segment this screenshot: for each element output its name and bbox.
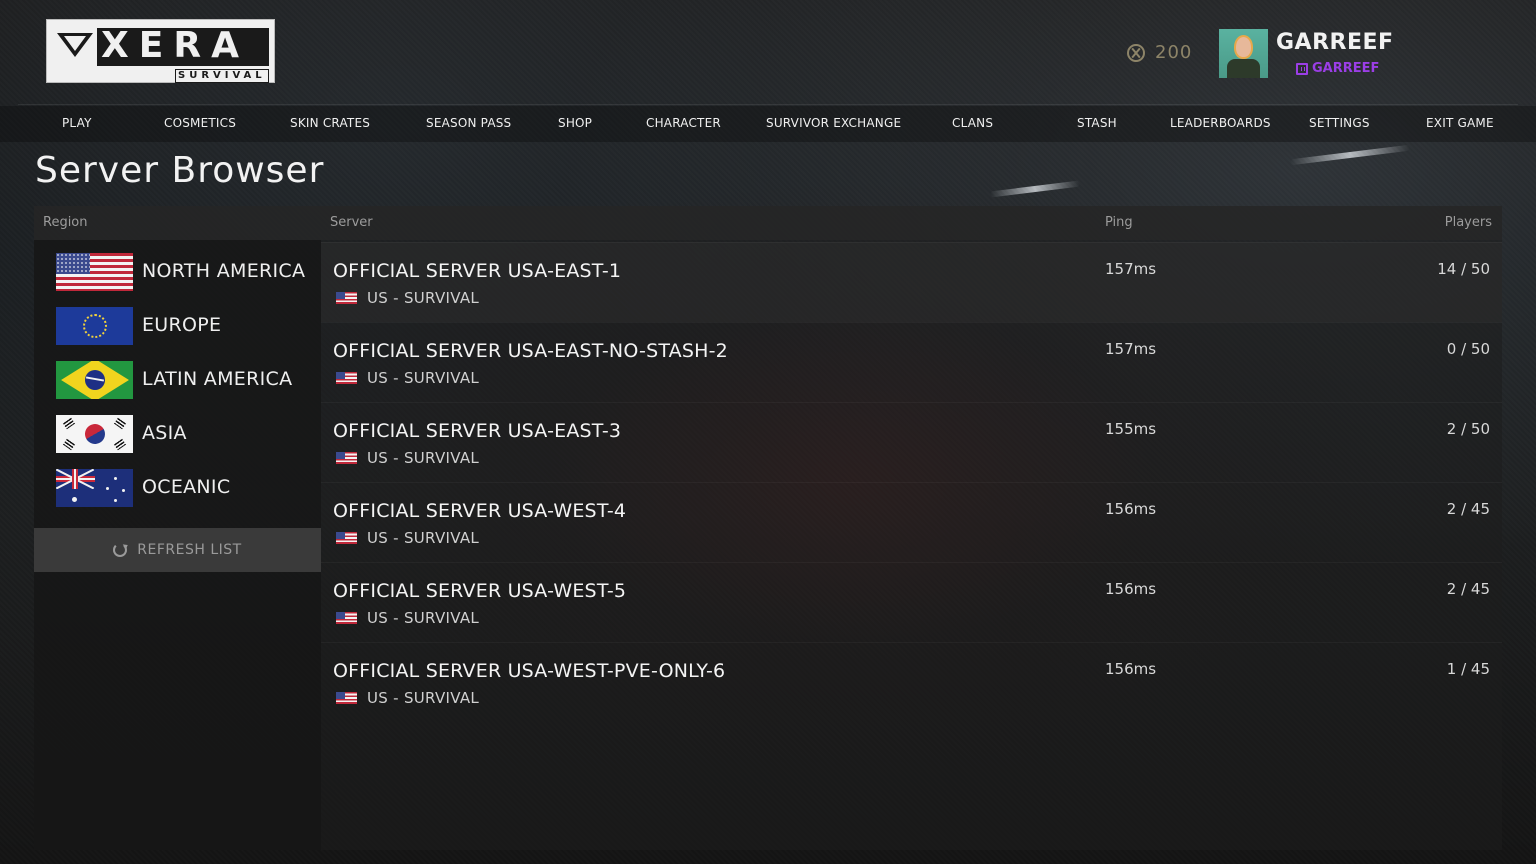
region-item-oceanic[interactable]: OCEANIC <box>56 468 321 508</box>
server-row[interactable]: OFFICIAL SERVER USA-WEST-5 US - SURVIVAL… <box>321 562 1502 642</box>
twitch-icon <box>1296 62 1308 75</box>
nav-skin-crates[interactable]: SKIN CRATES <box>290 116 370 130</box>
server-players: 2 / 45 <box>1446 580 1490 598</box>
brazil-flag-icon <box>56 361 133 399</box>
nav-divider <box>18 104 1518 105</box>
server-row[interactable]: OFFICIAL SERVER USA-WEST-PVE-ONLY-6 US -… <box>321 642 1502 722</box>
us-flag-icon <box>336 292 357 304</box>
twitch-link[interactable]: GARREEF <box>1296 61 1379 76</box>
currency-display: 200 <box>1127 42 1192 63</box>
nav-settings[interactable]: SETTINGS <box>1309 116 1370 130</box>
twitch-name: GARREEF <box>1312 61 1380 76</box>
region-label: ASIA <box>142 422 187 444</box>
nav-stash[interactable]: STASH <box>1077 116 1117 130</box>
main-nav: PLAY COSMETICS SKIN CRATES SEASON PASS S… <box>0 106 1536 142</box>
refresh-label: REFRESH LIST <box>137 542 242 558</box>
column-header: Region Server Ping Players <box>34 206 1502 240</box>
logo-triangle-icon <box>57 33 93 57</box>
region-label: LATIN AMERICA <box>142 368 293 390</box>
game-logo: XERA SURVIVAL <box>46 19 275 83</box>
nav-shop[interactable]: SHOP <box>558 116 592 130</box>
server-name: OFFICIAL SERVER USA-WEST-PVE-ONLY-6 <box>333 660 726 682</box>
column-server[interactable]: Server <box>330 215 373 230</box>
region-item-north-america[interactable]: NORTH AMERICA <box>56 252 321 292</box>
page-title: Server Browser <box>35 150 325 191</box>
logo-subtitle: SURVIVAL <box>175 69 269 83</box>
server-ping: 156ms <box>1105 500 1157 518</box>
region-item-latin-america[interactable]: LATIN AMERICA <box>56 360 321 400</box>
region-label: EUROPE <box>142 314 222 336</box>
server-row[interactable]: OFFICIAL SERVER USA-EAST-1 US - SURVIVAL… <box>321 242 1502 322</box>
column-ping[interactable]: Ping <box>1105 215 1133 230</box>
nav-play[interactable]: PLAY <box>62 116 92 130</box>
us-flag-icon <box>336 532 357 544</box>
server-name: OFFICIAL SERVER USA-EAST-NO-STASH-2 <box>333 340 728 362</box>
server-ping: 156ms <box>1105 660 1157 678</box>
nav-cosmetics[interactable]: COSMETICS <box>164 116 236 130</box>
nav-character[interactable]: CHARACTER <box>646 116 721 130</box>
server-ping: 157ms <box>1105 340 1157 358</box>
us-flag-icon <box>336 612 357 624</box>
server-row[interactable]: OFFICIAL SERVER USA-EAST-NO-STASH-2 US -… <box>321 322 1502 402</box>
australia-flag-icon <box>56 469 133 507</box>
server-players: 0 / 50 <box>1446 340 1490 358</box>
server-mode: US - SURVIVAL <box>367 609 480 627</box>
server-mode: US - SURVIVAL <box>367 289 480 307</box>
us-flag-icon <box>336 372 357 384</box>
server-name: OFFICIAL SERVER USA-EAST-3 <box>333 420 622 442</box>
server-players: 1 / 45 <box>1446 660 1490 678</box>
us-flag-icon <box>56 253 133 291</box>
eu-flag-icon <box>56 307 133 345</box>
server-ping: 157ms <box>1105 260 1157 278</box>
us-flag-icon <box>336 692 357 704</box>
region-label: OCEANIC <box>142 476 231 498</box>
server-mode: US - SURVIVAL <box>367 689 480 707</box>
logo-text: XERA <box>101 25 249 66</box>
region-item-asia[interactable]: ASIA <box>56 414 321 454</box>
column-region: Region <box>43 215 88 230</box>
nav-exit-game[interactable]: EXIT GAME <box>1426 116 1494 130</box>
server-mode: US - SURVIVAL <box>367 449 480 467</box>
ceiling-light <box>989 180 1081 198</box>
server-mode: US - SURVIVAL <box>367 369 480 387</box>
nav-survivor-exchange[interactable]: SURVIVOR EXCHANGE <box>766 116 901 130</box>
coin-icon <box>1127 43 1145 62</box>
server-players: 2 / 45 <box>1446 500 1490 518</box>
username[interactable]: GARREEF <box>1276 30 1394 55</box>
korea-flag-icon <box>56 415 133 453</box>
us-flag-icon <box>336 452 357 464</box>
server-players: 2 / 50 <box>1446 420 1490 438</box>
server-players: 14 / 50 <box>1437 260 1490 278</box>
nav-leaderboards[interactable]: LEADERBOARDS <box>1170 116 1271 130</box>
server-name: OFFICIAL SERVER USA-WEST-5 <box>333 580 627 602</box>
server-name: OFFICIAL SERVER USA-EAST-1 <box>333 260 622 282</box>
avatar-body <box>1227 59 1260 78</box>
region-item-europe[interactable]: EUROPE <box>56 306 321 346</box>
column-players[interactable]: Players <box>1445 215 1492 230</box>
server-mode: US - SURVIVAL <box>367 529 480 547</box>
currency-amount: 200 <box>1155 42 1193 63</box>
refresh-icon <box>113 543 128 557</box>
nav-clans[interactable]: CLANS <box>952 116 993 130</box>
server-ping: 155ms <box>1105 420 1157 438</box>
server-ping: 156ms <box>1105 580 1157 598</box>
region-label: NORTH AMERICA <box>142 260 306 282</box>
server-row[interactable]: OFFICIAL SERVER USA-WEST-4 US - SURVIVAL… <box>321 482 1502 562</box>
server-name: OFFICIAL SERVER USA-WEST-4 <box>333 500 627 522</box>
avatar-head <box>1234 35 1253 59</box>
ceiling-light <box>1290 144 1410 166</box>
nav-season-pass[interactable]: SEASON PASS <box>426 116 511 130</box>
avatar[interactable] <box>1219 29 1268 78</box>
refresh-list-button[interactable]: REFRESH LIST <box>34 528 321 572</box>
server-row[interactable]: OFFICIAL SERVER USA-EAST-3 US - SURVIVAL… <box>321 402 1502 482</box>
